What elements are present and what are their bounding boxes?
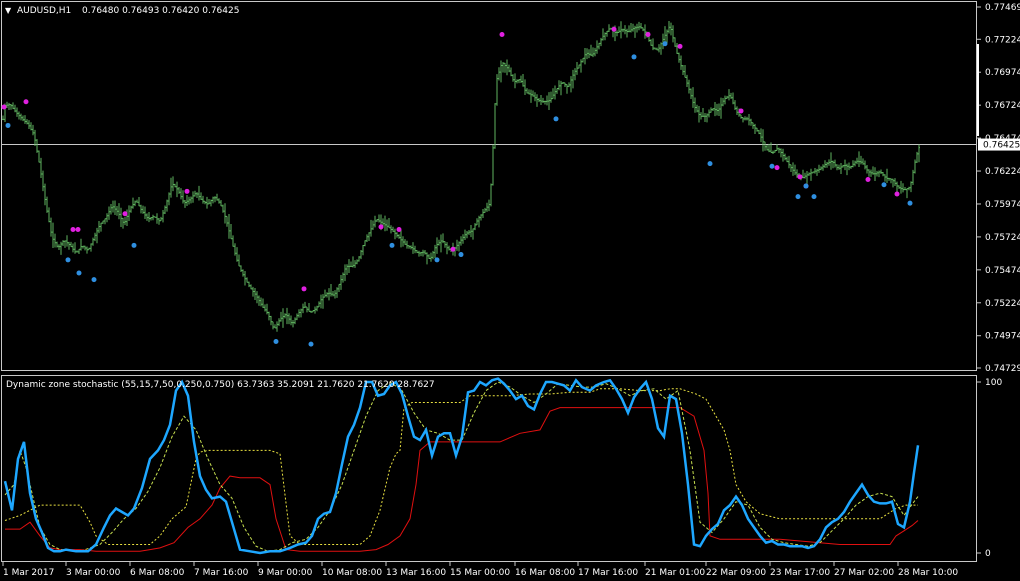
time-axis: 1 Mar 2017 3 Mar 00:00 6 Mar 08:00 7 Mar 16… [2,562,958,578]
indicator-axis-label: 100 [985,378,1002,388]
chart-svg: 0.774690.772240.769740.767240.764740.762… [1,1,1020,578]
upper-fractal-dot [499,32,505,38]
lower-fractal-dot [769,163,775,169]
indicator-axis-label: 0 [985,549,991,559]
price-axis-label: 0.74974 [985,332,1020,342]
price-axis-label: 0.75974 [985,200,1020,210]
lower-fractal-dot [273,339,279,345]
lower-fractal-dot [458,252,464,258]
time-axis-label: 15 Mar 00:00 [450,568,510,578]
price-bars [2,20,920,332]
upper-fractal-dot [894,191,900,197]
lower-fractal-dot [707,161,713,167]
indicator-line-signal [4,381,919,552]
main-symbol-label: AUDUSD,H1 [17,6,71,16]
upper-fractal-dot [1,104,7,110]
time-axis-label: 22 Mar 09:00 [706,568,766,578]
upper-fractal-dot [378,224,384,230]
upper-fractal-dot [301,286,307,292]
time-axis-label: 27 Mar 02:00 [834,568,894,578]
upper-fractal-dot [70,227,76,233]
lower-fractal-dot [91,277,97,283]
price-axis-label: 0.76724 [985,101,1020,111]
time-axis-label: 9 Mar 00:00 [258,568,313,578]
time-axis-label: 10 Mar 08:00 [322,568,382,578]
indicator-line-zone-lower [5,407,919,552]
lower-fractal-dot [5,122,11,128]
upper-fractal-dot [797,174,803,180]
lower-fractal-dot [795,194,801,200]
price-axis-label: 0.77224 [985,35,1020,45]
indicator-line-stoch-main [3,377,920,555]
indicator-title-label: Dynamic zone stochastic (55,15,7,50,0.25… [6,380,435,390]
time-axis-label: 17 Mar 16:00 [578,568,638,578]
price-axis-label: 0.75724 [985,233,1020,243]
main-ohlc-label: 0.76480 0.76493 0.76420 0.76425 [82,6,239,16]
price-axis-label: 0.74729 [985,364,1020,374]
upper-fractal-dot [450,246,456,252]
indicator-line-zone-upper [4,388,918,545]
upper-fractal-dot [122,211,128,217]
upper-fractal-dot [677,43,683,49]
lower-fractal-dot [631,54,637,60]
time-axis-label: 1 Mar 2017 [3,568,54,578]
current-price-badge-label: 0.76425 [983,141,1020,151]
collapse-triangle-icon[interactable]: ▼ [5,6,12,15]
lower-fractal-dot [65,257,71,263]
upper-fractal-dot [738,108,744,114]
main-panel-frame [1,1,977,371]
upper-fractal-dot [396,227,402,233]
lower-fractal-dot [434,257,440,263]
price-axis: 0.774690.772240.769740.767240.764740.762… [977,3,1020,374]
price-axis-label: 0.75474 [985,266,1020,276]
upper-fractal-dot [774,165,780,171]
time-axis-label: 3 Mar 00:00 [66,568,121,578]
time-axis-label: 16 Mar 08:00 [515,568,575,578]
upper-fractal-dot [23,99,29,105]
fractal-dots [1,26,913,347]
time-axis-label: 28 Mar 10:00 [898,568,958,578]
upper-fractal-dot [865,176,871,182]
price-axis-label: 0.77469 [985,3,1020,13]
lower-fractal-dot [308,341,314,347]
time-axis-label: 13 Mar 16:00 [386,568,446,578]
price-axis-label: 0.75224 [985,299,1020,309]
upper-fractal-dot [611,26,617,32]
lower-fractal-dot [662,41,668,47]
upper-fractal-dot [645,32,651,38]
time-axis-label: 23 Mar 17:00 [770,568,830,578]
lower-fractal-dot [131,242,137,248]
lower-fractal-dot [389,242,395,248]
trading-chart-window: 0.774690.772240.769740.767240.764740.762… [0,0,1020,581]
lower-fractal-dot [881,182,887,188]
lower-fractal-dot [76,270,82,276]
price-axis-label: 0.76224 [985,167,1020,177]
upper-fractal-dot [184,188,190,194]
lower-fractal-dot [907,200,913,206]
lower-fractal-dot [553,116,559,122]
time-axis-label: 7 Mar 16:00 [194,568,249,578]
indicator-axis: 100 0 [977,378,1002,559]
price-axis-label: 0.76974 [985,68,1020,78]
indicator-lines [3,377,920,555]
lower-fractal-dot [803,183,809,189]
time-axis-label: 21 Mar 01:00 [645,568,705,578]
time-axis-label: 6 Mar 08:00 [130,568,185,578]
lower-fractal-dot [811,194,817,200]
upper-fractal-dot [75,227,81,233]
chart-shift-marker[interactable] [977,44,979,136]
